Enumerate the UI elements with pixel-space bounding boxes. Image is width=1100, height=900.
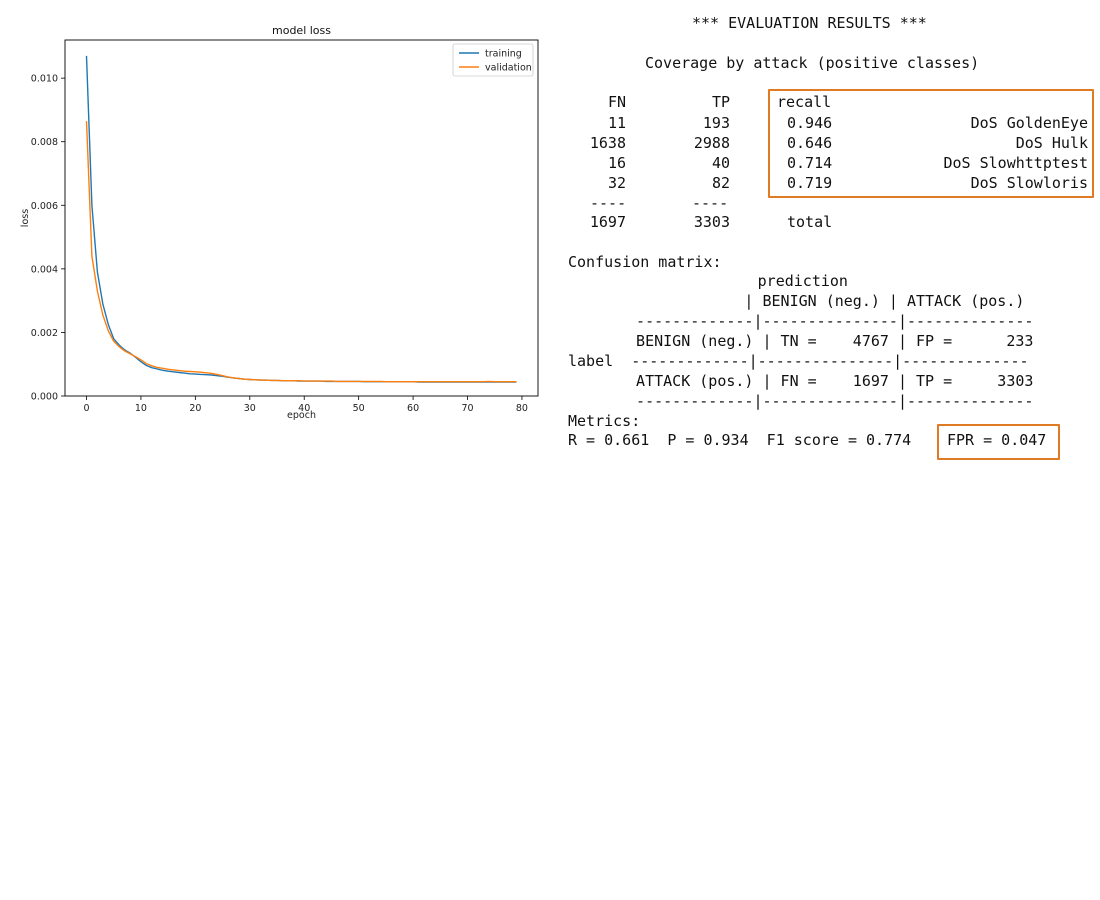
recall-highlight-box — [768, 89, 1094, 198]
coverage-title: Coverage by attack (positive classes) — [645, 54, 980, 72]
confusion-title: Confusion matrix: — [568, 253, 722, 271]
cm-line: prediction — [568, 272, 848, 290]
cm-line: label -------------|---------------|----… — [568, 352, 1029, 370]
fn-cell: 11 — [607, 114, 626, 132]
cm-line: ATTACK (pos.) | FN = 1697 | TP = 3303 — [618, 372, 1034, 390]
fn-cell: 1638 — [589, 134, 626, 152]
cm-line: BENIGN (neg.) | TN = 4767 | FP = 233 — [618, 332, 1034, 350]
tp-header: TP — [711, 93, 730, 111]
evaluation-report: *** EVALUATION RESULTS *** Coverage by a… — [0, 0, 1100, 460]
cm-line: | BENIGN (neg.) | ATTACK (pos.) — [618, 292, 1025, 310]
fn-cell: 16 — [607, 154, 626, 172]
total-label: total — [787, 213, 833, 231]
metrics-label: Metrics: — [568, 412, 641, 430]
tp-cell: 40 — [711, 154, 730, 172]
tp-cell: 2988 — [693, 134, 730, 152]
fn-header: FN — [607, 93, 626, 111]
cm-line: -------------|---------------|----------… — [618, 392, 1034, 410]
tp-total: 3303 — [693, 213, 730, 231]
tp-cell: 193 — [702, 114, 730, 132]
report-heading: *** EVALUATION RESULTS *** — [692, 14, 927, 32]
tp-separator: ---- — [692, 194, 729, 212]
cm-line: -------------|---------------|----------… — [618, 312, 1034, 330]
fn-separator: ---- — [590, 194, 627, 212]
fn-total: 1697 — [589, 213, 626, 231]
tp-cell: 82 — [711, 174, 730, 192]
fn-cell: 32 — [607, 174, 626, 192]
metrics-line: R = 0.661 P = 0.934 F1 score = 0.774 — [568, 431, 912, 449]
fpr-highlight-box — [937, 424, 1060, 460]
